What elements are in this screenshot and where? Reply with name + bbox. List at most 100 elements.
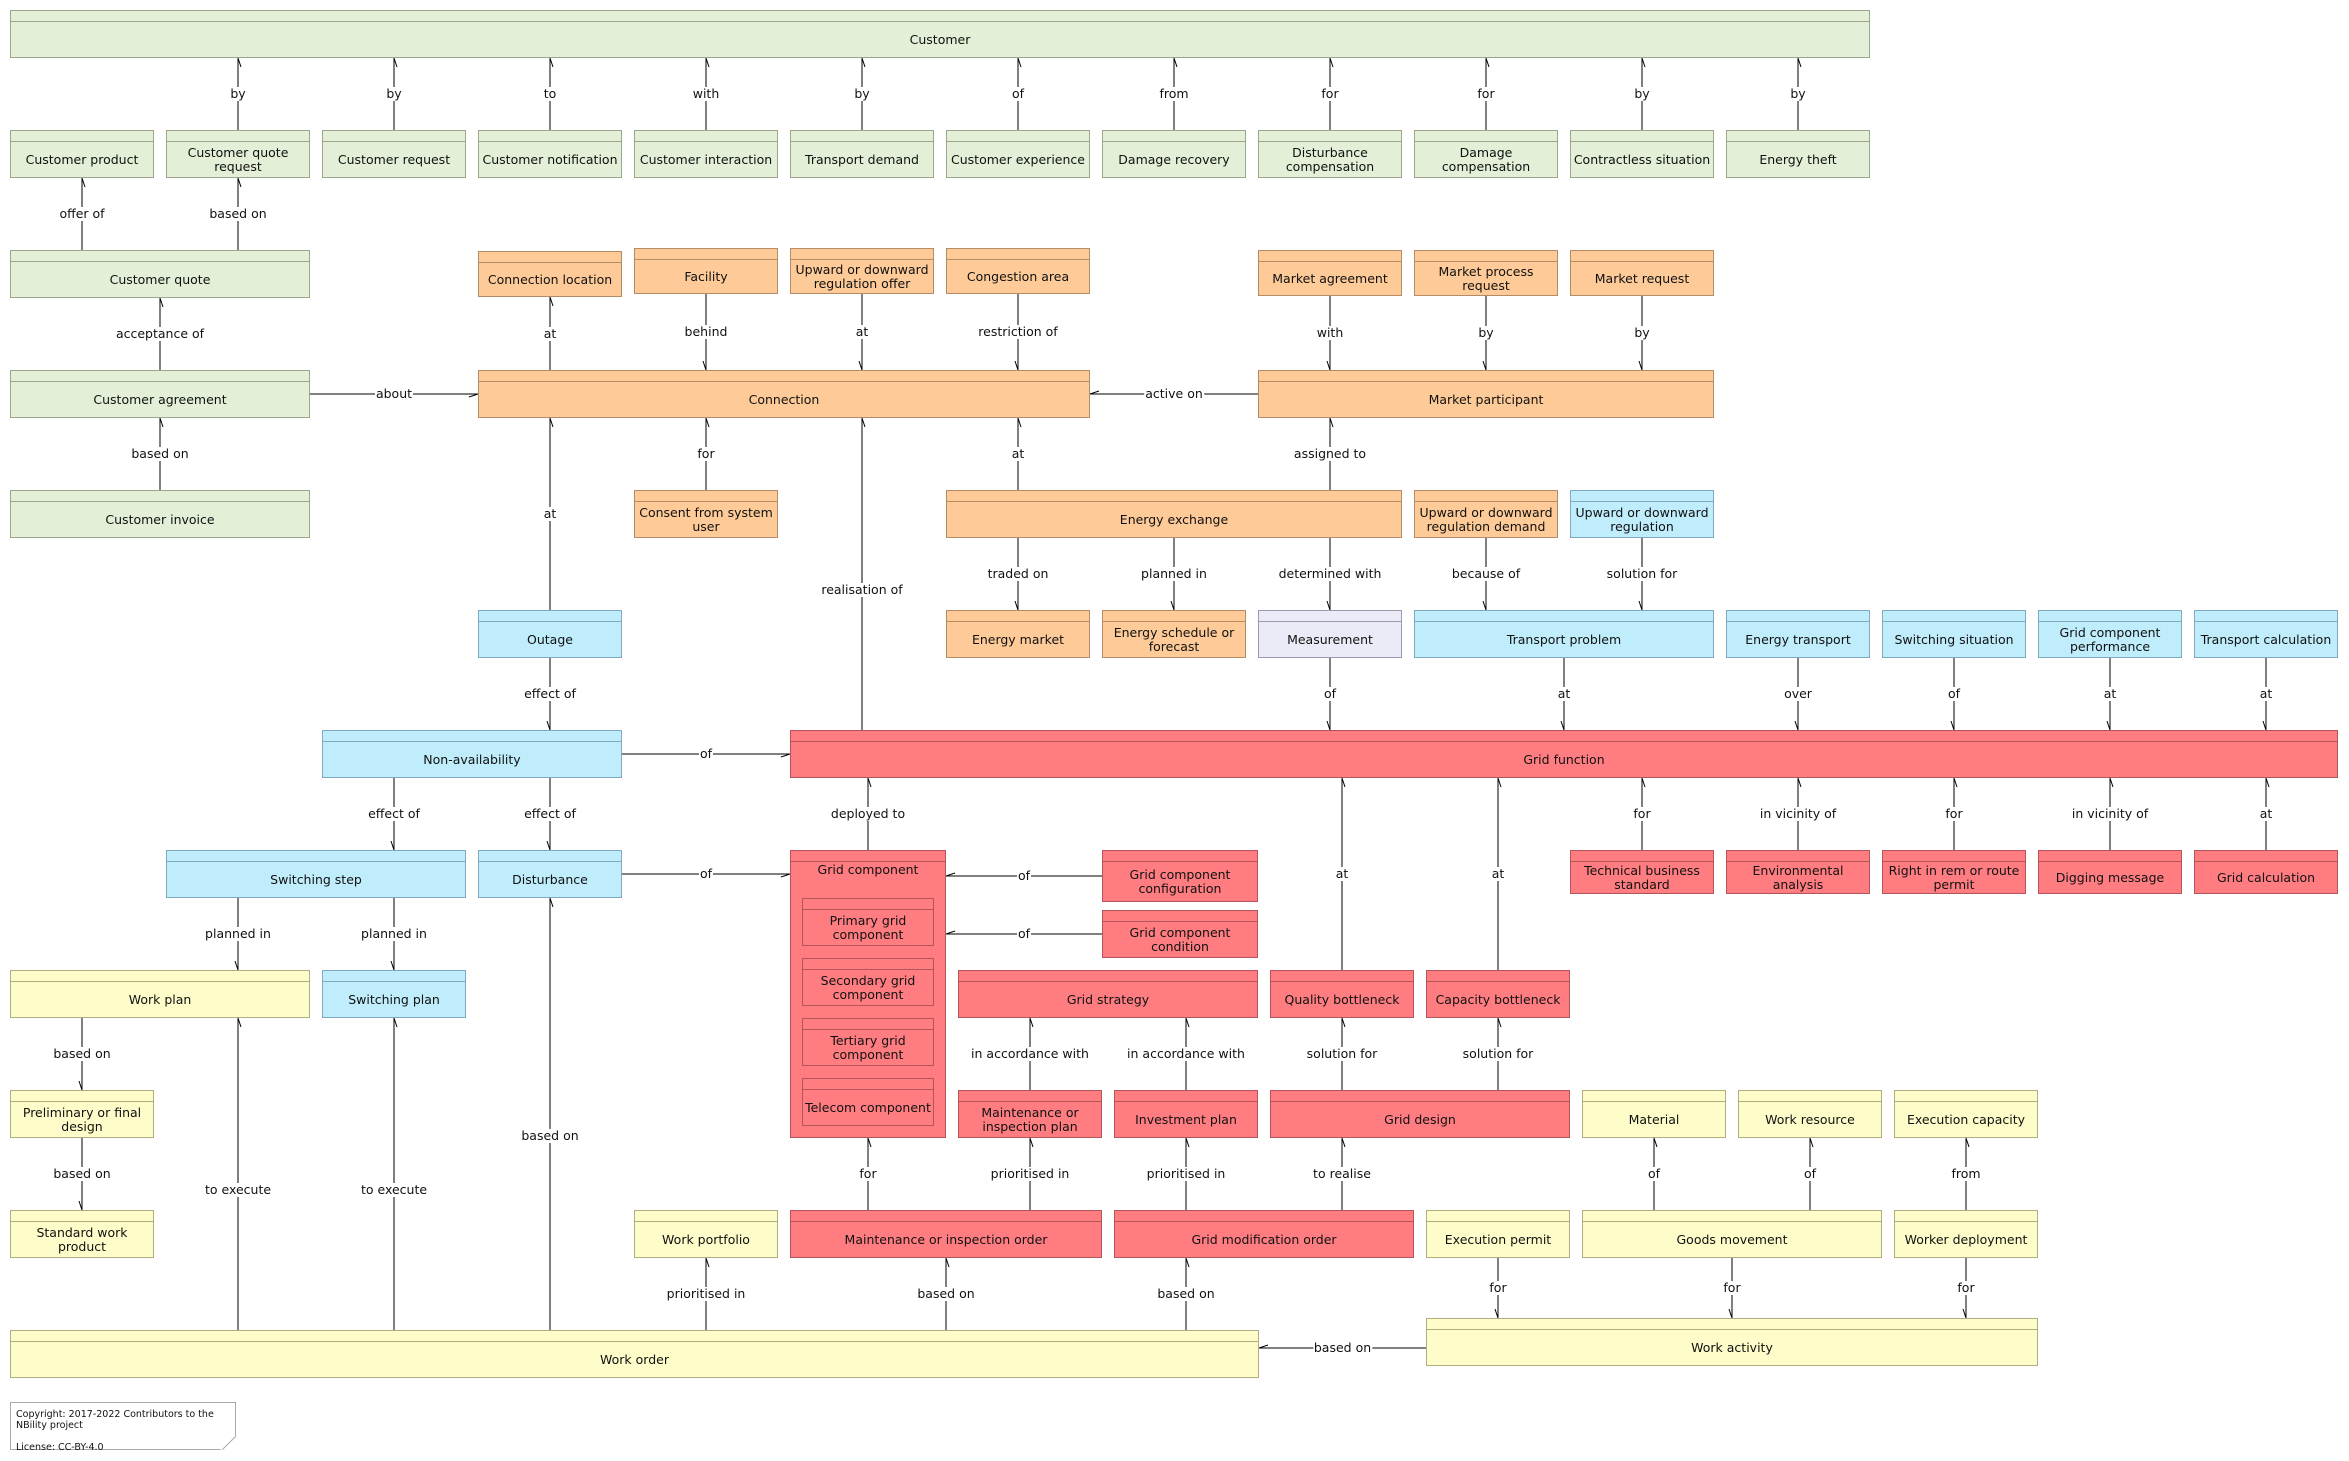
entity-customer-interaction[interactable]: Customer interaction [634, 130, 778, 178]
entity-customer-notification[interactable]: Customer notification [478, 130, 622, 178]
entity-congestion-area[interactable]: Congestion area [946, 248, 1090, 294]
entity-investment-plan[interactable]: Investment plan [1114, 1090, 1258, 1138]
entity-label: Customer notification [482, 152, 618, 167]
entity-contractless-situation[interactable]: Contractless situation [1570, 130, 1714, 178]
entity-label: Contractless situation [1573, 152, 1711, 167]
entity-customer-experience[interactable]: Customer experience [946, 130, 1090, 178]
entity-grid-strategy[interactable]: Grid strategy [958, 970, 1258, 1018]
entity-disturbance[interactable]: Disturbance [478, 850, 622, 898]
entity-regulation-offer[interactable]: Upward or downward regulation offer [790, 248, 934, 294]
entity-grid-design[interactable]: Grid design [1270, 1090, 1570, 1138]
entity-regulation-demand[interactable]: Upward or downward regulation demand [1414, 490, 1558, 538]
entity-grid-modification-order[interactable]: Grid modification order [1114, 1210, 1414, 1258]
entity-energy-transport[interactable]: Energy transport [1726, 610, 1870, 658]
entity-customer-quote[interactable]: Customer quote [10, 250, 310, 298]
entity-telecom-component[interactable]: Telecom component [802, 1078, 934, 1126]
entity-market-agreement[interactable]: Market agreement [1258, 250, 1402, 296]
entity-switching-situation[interactable]: Switching situation [1882, 610, 2026, 658]
entity-switching-plan[interactable]: Switching plan [322, 970, 466, 1018]
entity-connection[interactable]: Connection [478, 370, 1090, 418]
entity-label: Damage compensation [1441, 145, 1531, 174]
entity-header-bar [1727, 131, 1869, 142]
entity-maintenance-order[interactable]: Maintenance or inspection order [790, 1210, 1102, 1258]
entity-digging-message[interactable]: Digging message [2038, 850, 2182, 894]
arrowhead-icon [705, 417, 710, 428]
entity-primary-grid-component[interactable]: Primary grid component [802, 898, 934, 946]
entity-label: Customer quote [109, 272, 211, 287]
entity-grid-component-performance[interactable]: Grid component performance [2038, 610, 2182, 658]
entity-maintenance-plan[interactable]: Maintenance or inspection plan [958, 1090, 1102, 1138]
entity-goods-movement[interactable]: Goods movement [1582, 1210, 1882, 1258]
entity-header-bar [635, 1211, 777, 1222]
entity-transport-problem[interactable]: Transport problem [1414, 610, 1714, 658]
entity-material[interactable]: Material [1582, 1090, 1726, 1138]
entity-technical-business-standard[interactable]: Technical business standard [1570, 850, 1714, 894]
entity-grid-calculation[interactable]: Grid calculation [2194, 850, 2338, 894]
entity-measurement[interactable]: Measurement [1258, 610, 1402, 658]
entity-work-portfolio[interactable]: Work portfolio [634, 1210, 778, 1258]
relation-label: of [698, 746, 714, 761]
relation-label: by [229, 86, 247, 101]
arrowhead-icon [390, 960, 395, 971]
entity-execution-capacity[interactable]: Execution capacity [1894, 1090, 2038, 1138]
entity-secondary-grid-component[interactable]: Secondary grid component [802, 958, 934, 1006]
relation-label: realisation of [820, 581, 904, 597]
entity-customer-invoice[interactable]: Customer invoice [10, 490, 310, 538]
entity-customer-request[interactable]: Customer request [322, 130, 466, 178]
relation-label: effect of [523, 686, 577, 701]
entity-label: Switching plan [348, 992, 440, 1007]
entity-standard-work-product[interactable]: Standard work product [10, 1210, 154, 1258]
relation-label: to [542, 86, 558, 101]
entity-customer[interactable]: Customer [10, 10, 1870, 58]
entity-customer-quote-request[interactable]: Customer quote request [166, 130, 310, 178]
entity-disturbance-compensation[interactable]: Disturbance compensation [1258, 130, 1402, 178]
entity-energy-market[interactable]: Energy market [946, 610, 1090, 658]
entity-worker-deployment[interactable]: Worker deployment [1894, 1210, 2038, 1258]
entity-header-bar [1571, 251, 1713, 262]
entity-energy-theft[interactable]: Energy theft [1726, 130, 1870, 178]
entity-facility[interactable]: Facility [634, 248, 778, 294]
entity-grid-component-configuration[interactable]: Grid component configuration [1102, 850, 1258, 902]
entity-preliminary-design[interactable]: Preliminary or final design [10, 1090, 154, 1138]
arrowhead-icon [1329, 417, 1334, 428]
entity-work-activity[interactable]: Work activity [1426, 1318, 2038, 1366]
entity-environmental-analysis[interactable]: Environmental analysis [1726, 850, 1870, 894]
entity-transport-calculation[interactable]: Transport calculation [2194, 610, 2338, 658]
entity-work-resource[interactable]: Work resource [1738, 1090, 1882, 1138]
entity-work-order[interactable]: Work order [10, 1330, 1259, 1378]
entity-market-request[interactable]: Market request [1570, 250, 1714, 296]
entity-energy-schedule[interactable]: Energy schedule or forecast [1102, 610, 1246, 658]
entity-header-bar [323, 131, 465, 142]
relation-label: assigned to [1292, 446, 1368, 461]
entity-execution-permit[interactable]: Execution permit [1426, 1210, 1570, 1258]
entity-non-availability[interactable]: Non-availability [322, 730, 622, 778]
entity-transport-demand[interactable]: Transport demand [790, 130, 934, 178]
relation-label: effect of [523, 806, 577, 821]
entity-energy-exchange[interactable]: Energy exchange [946, 490, 1402, 538]
relation-label: acceptance of [114, 326, 206, 341]
entity-capacity-bottleneck[interactable]: Capacity bottleneck [1426, 970, 1570, 1018]
entity-damage-compensation[interactable]: Damage compensation [1414, 130, 1558, 178]
entity-customer-agreement[interactable]: Customer agreement [10, 370, 310, 418]
entity-header-bar [947, 611, 1089, 622]
entity-switching-step[interactable]: Switching step [166, 850, 466, 898]
relation-label: for [696, 446, 716, 461]
arrowhead-icon [78, 1200, 83, 1211]
entity-header-bar [1415, 611, 1713, 622]
entity-tertiary-grid-component[interactable]: Tertiary grid component [802, 1018, 934, 1066]
entity-damage-recovery[interactable]: Damage recovery [1102, 130, 1246, 178]
entity-right-in-rem[interactable]: Right in rem or route permit [1882, 850, 2026, 894]
entity-market-process-request[interactable]: Market process request [1414, 250, 1558, 296]
entity-grid-function[interactable]: Grid function [790, 730, 2338, 778]
entity-quality-bottleneck[interactable]: Quality bottleneck [1270, 970, 1414, 1018]
entity-grid-component-condition[interactable]: Grid component condition [1102, 910, 1258, 958]
entity-regulation[interactable]: Upward or downward regulation [1570, 490, 1714, 538]
entity-outage[interactable]: Outage [478, 610, 622, 658]
entity-work-plan[interactable]: Work plan [10, 970, 310, 1018]
entity-customer-product[interactable]: Customer product [10, 130, 154, 178]
arrowhead-icon [234, 960, 239, 971]
entity-consent[interactable]: Consent from system user [634, 490, 778, 538]
entity-connection-location[interactable]: Connection location [478, 251, 622, 297]
entity-market-participant[interactable]: Market participant [1258, 370, 1714, 418]
relation-label: for [1320, 86, 1340, 101]
